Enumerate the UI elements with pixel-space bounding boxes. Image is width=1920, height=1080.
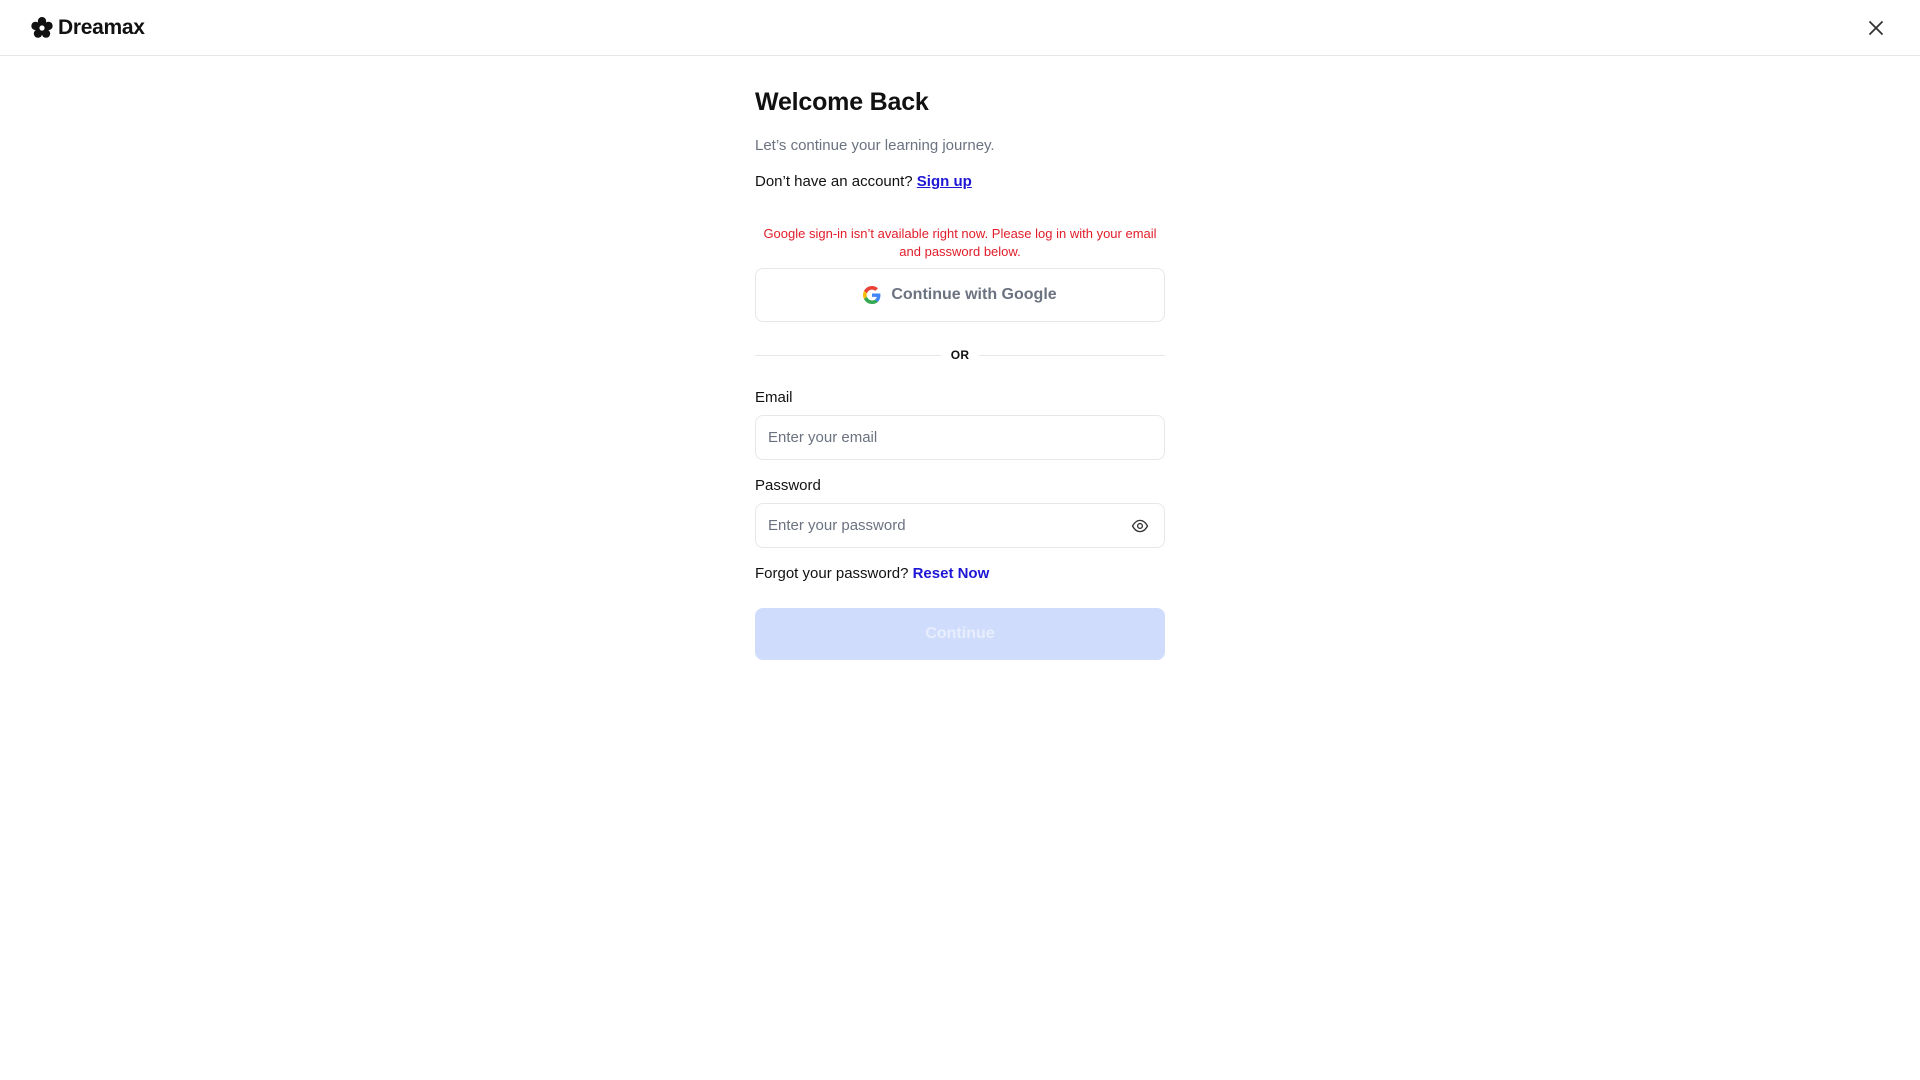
email-label: Email — [755, 389, 793, 406]
continue-button[interactable]: Continue — [755, 608, 1165, 660]
divider-text: OR — [950, 348, 970, 362]
flower-logo-icon — [30, 16, 54, 40]
top-bar: Dreamax — [0, 0, 1920, 56]
page-title: Welcome Back — [755, 88, 929, 116]
page-subtitle: Let’s continue your learning journey. — [755, 137, 995, 154]
or-divider: OR — [755, 347, 1166, 363]
forgot-password-line: Forgot your password? Reset Now — [755, 565, 989, 582]
divider-line-left — [755, 354, 941, 356]
close-button[interactable] — [1862, 14, 1890, 42]
reset-now-link[interactable]: Reset Now — [913, 565, 990, 582]
signup-link[interactable]: Sign up — [917, 173, 972, 190]
eye-icon — [1131, 517, 1149, 535]
google-icon — [863, 286, 881, 304]
divider-line-right — [979, 354, 1166, 356]
toggle-password-visibility-button[interactable] — [1129, 515, 1151, 537]
continue-with-google-button[interactable]: Continue with Google — [755, 268, 1165, 322]
google-button-label: Continue with Google — [891, 286, 1057, 303]
signup-prompt-line: Don’t have an account? Sign up — [755, 173, 972, 190]
close-icon — [1866, 18, 1886, 38]
google-error-message: Google sign-in isn’t available right now… — [763, 226, 1157, 259]
brand-name: Dreamax — [58, 16, 145, 39]
forgot-password-prompt: Forgot your password? — [755, 565, 909, 582]
signup-prompt: Don’t have an account? — [755, 173, 913, 190]
password-label: Password — [755, 477, 821, 494]
brand-logo[interactable]: Dreamax — [30, 16, 145, 40]
email-field[interactable] — [755, 415, 1165, 460]
password-field[interactable] — [755, 503, 1165, 548]
